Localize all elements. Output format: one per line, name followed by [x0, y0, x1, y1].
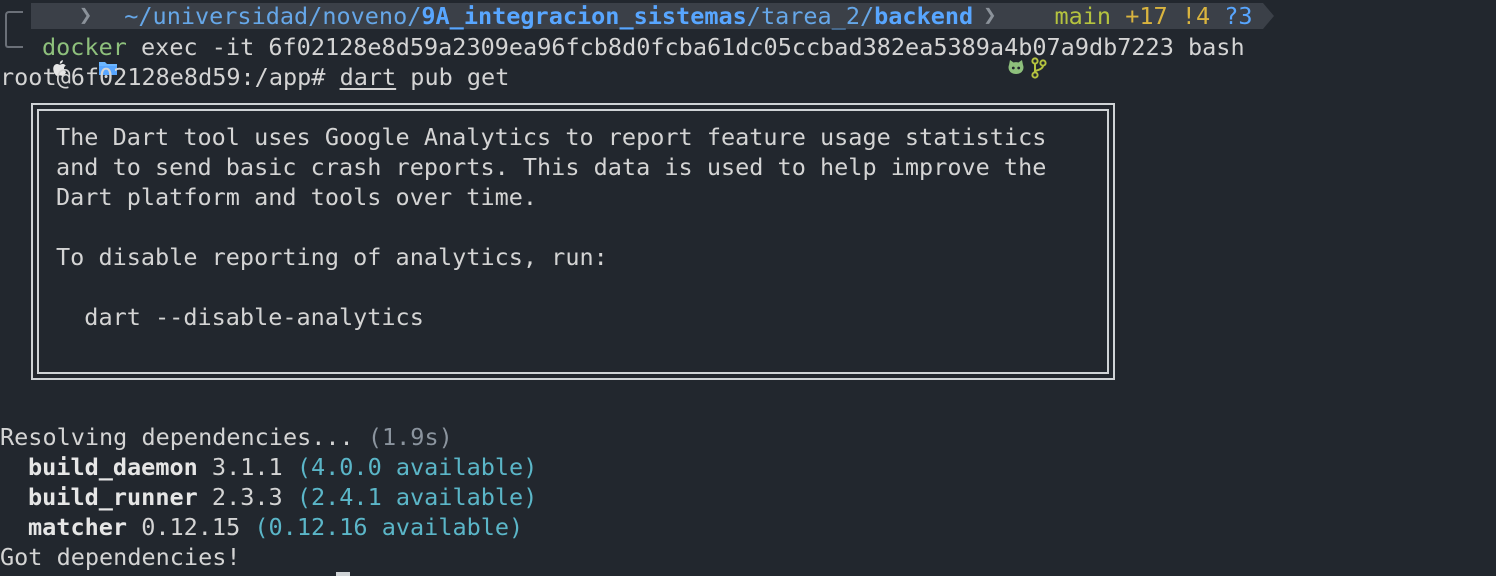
shell-command-name: dart [339, 63, 397, 91]
dependency-available: (2.4.1 available) [296, 483, 538, 511]
terminal-window[interactable]: ❯ ~/universidad/noveno/9A_integracion_si… [0, 0, 1496, 576]
git-modified-count: !4 [1181, 2, 1211, 30]
git-branch-icon [1030, 5, 1048, 79]
analytics-line-1: The Dart tool uses Google Analytics to r… [56, 123, 1047, 151]
command-line-docker: docker exec -it 6f02128e8d59a2309ea96fcb… [42, 32, 1245, 62]
command-name: docker [42, 33, 127, 61]
prompt-powerline: ❯ ~/universidad/noveno/9A_integracion_si… [31, 2, 1274, 79]
git-added-count: +17 [1125, 2, 1168, 30]
prompt-path-course: 9A_integracion_sistemas [421, 2, 747, 30]
prompt-os-segment: ❯ ~/universidad/noveno/9A_integracion_si… [31, 2, 1263, 79]
dependency-row: build_daemon 3.1.1 (4.0.0 available) [28, 452, 537, 482]
dependency-version: 0.12.15 [127, 513, 255, 541]
dependency-row: matcher 0.12.15 (0.12.16 available) [28, 512, 523, 542]
dependency-name: matcher [28, 513, 128, 541]
prompt-path-prefix: ~/universidad/noveno/ [124, 2, 422, 30]
shell-command-args: pub get [396, 63, 510, 91]
terminal-cursor [336, 572, 350, 576]
dependency-version: 3.1.1 [197, 453, 297, 481]
resolving-text: Resolving dependencies... [0, 423, 368, 451]
apple-icon [49, 5, 71, 76]
folder-icon [98, 7, 118, 75]
github-icon [1006, 6, 1026, 74]
git-branch-name: main [1054, 2, 1112, 30]
chevron-right-icon: ❯ [983, 3, 997, 28]
analytics-disable-command: dart --disable-analytics [56, 303, 424, 331]
resolving-time: (1.9s) [367, 423, 453, 451]
prompt-path-mid: /tarea_2/ [746, 2, 875, 30]
dependency-name: build_daemon [28, 453, 198, 481]
command-args: exec -it 6f02128e8d59a2309ea96fcb8d0fcba… [126, 33, 1245, 61]
git-untracked-count: ?3 [1224, 2, 1253, 30]
analytics-line-3: Dart platform and tools over time. [56, 183, 538, 211]
prompt-path-current: backend [874, 2, 974, 30]
got-dependencies-line: Got dependencies! [0, 543, 241, 571]
resolving-line: Resolving dependencies... (1.9s) [0, 422, 453, 452]
dependency-row: build_runner 2.3.3 (2.4.1 available) [28, 482, 537, 512]
shell-prompt: root@6f02128e8d59:/app# [0, 63, 340, 91]
prompt-corner-bracket [5, 11, 23, 48]
chevron-right-icon: ❯ [79, 3, 93, 28]
analytics-line-2: and to send basic crash reports. This da… [56, 153, 1047, 181]
dependency-version: 2.3.3 [197, 483, 297, 511]
analytics-line-4: To disable reporting of analytics, run: [56, 243, 608, 271]
prompt-segment-end [1262, 3, 1274, 29]
dependency-name: build_runner [28, 483, 198, 511]
command-line-dart: root@6f02128e8d59:/app# dart pub get [0, 62, 509, 92]
dependency-available: (0.12.16 available) [254, 513, 524, 541]
dependency-available: (4.0.0 available) [296, 453, 538, 481]
